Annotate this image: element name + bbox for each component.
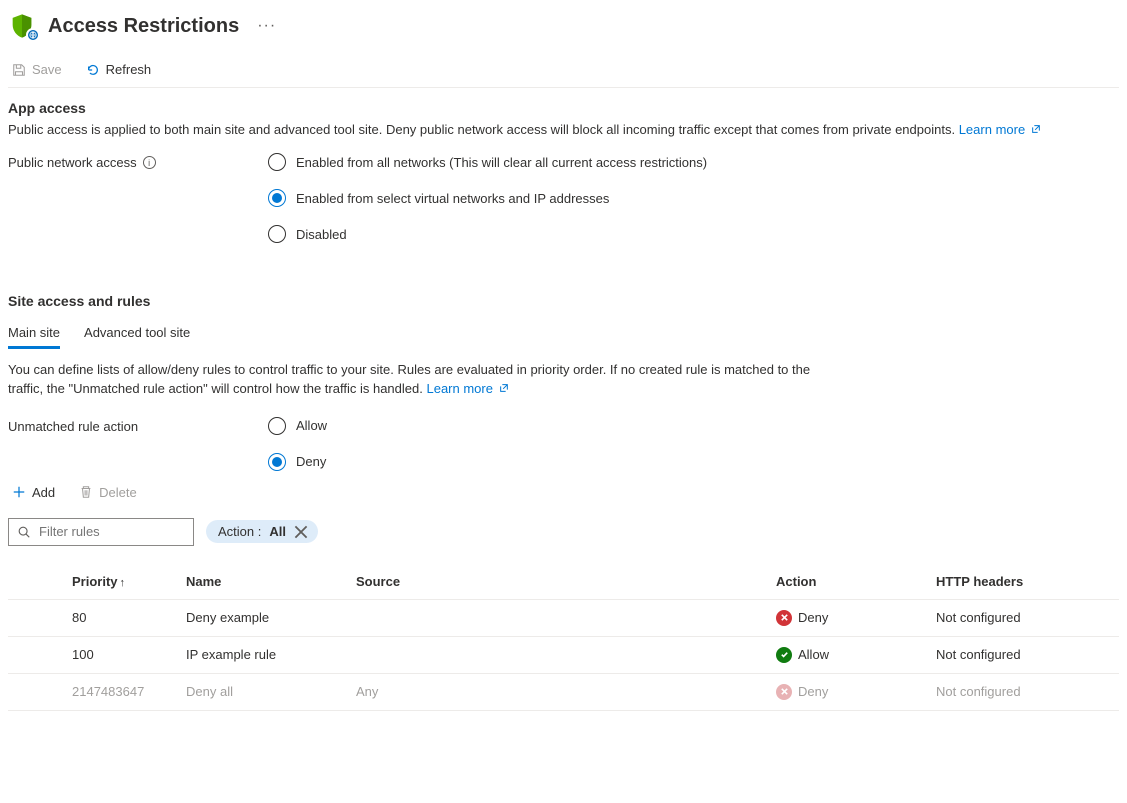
col-header-priority[interactable]: Priority↑ [8, 564, 178, 600]
cell-name: IP example rule [178, 636, 348, 673]
cell-source: Any [348, 673, 768, 710]
deny-icon [776, 610, 792, 626]
cell-source [348, 599, 768, 636]
site-access-heading: Site access and rules [8, 293, 1119, 309]
col-header-source[interactable]: Source [348, 564, 768, 600]
close-icon [294, 525, 308, 539]
filter-row: Action : All [8, 518, 1119, 546]
refresh-icon [86, 63, 100, 77]
cell-name: Deny all [178, 673, 348, 710]
external-link-icon [499, 383, 509, 393]
tab-advanced-tool-site[interactable]: Advanced tool site [84, 319, 190, 349]
public-network-access-radio-group: Enabled from all networks (This will cle… [268, 153, 707, 243]
site-tabs: Main site Advanced tool site [8, 319, 1119, 349]
public-network-access-label: Public network access i [8, 153, 268, 170]
cell-priority: 80 [8, 599, 178, 636]
app-access-heading: App access [8, 100, 1119, 116]
radio-unmatched-deny[interactable]: Deny [268, 453, 327, 471]
command-bar: Save Refresh [8, 52, 1119, 88]
add-rule-button[interactable]: Add [8, 483, 59, 502]
external-link-icon [1031, 124, 1041, 134]
shield-icon [8, 12, 36, 40]
delete-rule-button[interactable]: Delete [75, 483, 141, 502]
table-row[interactable]: 80Deny example DenyNot configured [8, 599, 1119, 636]
sort-asc-icon: ↑ [120, 577, 126, 589]
public-network-access-field: Public network access i Enabled from all… [8, 153, 1119, 243]
col-header-http[interactable]: HTTP headers [928, 564, 1119, 600]
cell-priority: 100 [8, 636, 178, 673]
plus-icon [12, 485, 26, 499]
cell-http-headers: Not configured [928, 599, 1119, 636]
unmatched-rule-action-label: Unmatched rule action [8, 417, 268, 434]
save-icon [12, 63, 26, 77]
cell-source [348, 636, 768, 673]
radio-enabled-all-networks[interactable]: Enabled from all networks (This will cle… [268, 153, 707, 171]
rules-table: Priority↑ Name Source Action HTTP header… [8, 564, 1119, 711]
search-icon [17, 525, 31, 539]
trash-icon [79, 485, 93, 499]
cell-priority: 2147483647 [8, 673, 178, 710]
info-icon[interactable]: i [143, 156, 156, 169]
unmatched-rule-radio-group: Allow Deny [268, 417, 327, 471]
deny-icon [776, 684, 792, 700]
refresh-button-label: Refresh [106, 62, 152, 77]
page-title: Access Restrictions [48, 15, 239, 38]
rules-command-bar: Add Delete [8, 471, 1119, 512]
radio-disabled[interactable]: Disabled [268, 225, 707, 243]
table-row[interactable]: 100IP example rule AllowNot configured [8, 636, 1119, 673]
refresh-button[interactable]: Refresh [82, 60, 156, 79]
page-header: Access Restrictions ··· [8, 8, 1119, 52]
radio-unmatched-allow[interactable]: Allow [268, 417, 327, 435]
filter-pill-action[interactable]: Action : All [206, 520, 318, 543]
filter-rules-input[interactable] [39, 524, 185, 539]
app-access-learn-more-link[interactable]: Learn more [959, 122, 1041, 137]
col-header-name[interactable]: Name [178, 564, 348, 600]
allow-icon [776, 647, 792, 663]
rules-table-header-row: Priority↑ Name Source Action HTTP header… [8, 564, 1119, 600]
unmatched-rule-action-field: Unmatched rule action Allow Deny [8, 417, 1119, 471]
col-header-action[interactable]: Action [768, 564, 928, 600]
cell-action: Deny [768, 673, 928, 710]
filter-pill-remove[interactable] [294, 525, 308, 539]
globe-badge-icon [26, 28, 40, 42]
tab-main-site[interactable]: Main site [8, 319, 60, 349]
table-row[interactable]: 2147483647Deny allAnyDenyNot configured [8, 673, 1119, 710]
filter-rules-search[interactable] [8, 518, 194, 546]
cell-http-headers: Not configured [928, 636, 1119, 673]
save-button[interactable]: Save [8, 60, 66, 79]
cell-http-headers: Not configured [928, 673, 1119, 710]
more-actions-button[interactable]: ··· [251, 17, 282, 35]
cell-action: Allow [768, 636, 928, 673]
save-button-label: Save [32, 62, 62, 77]
site-access-description: You can define lists of allow/deny rules… [8, 361, 848, 399]
cell-action: Deny [768, 599, 928, 636]
radio-enabled-select-networks[interactable]: Enabled from select virtual networks and… [268, 189, 707, 207]
app-access-description: Public access is applied to both main si… [8, 122, 1119, 137]
site-access-learn-more-link[interactable]: Learn more [426, 381, 508, 396]
cell-name: Deny example [178, 599, 348, 636]
